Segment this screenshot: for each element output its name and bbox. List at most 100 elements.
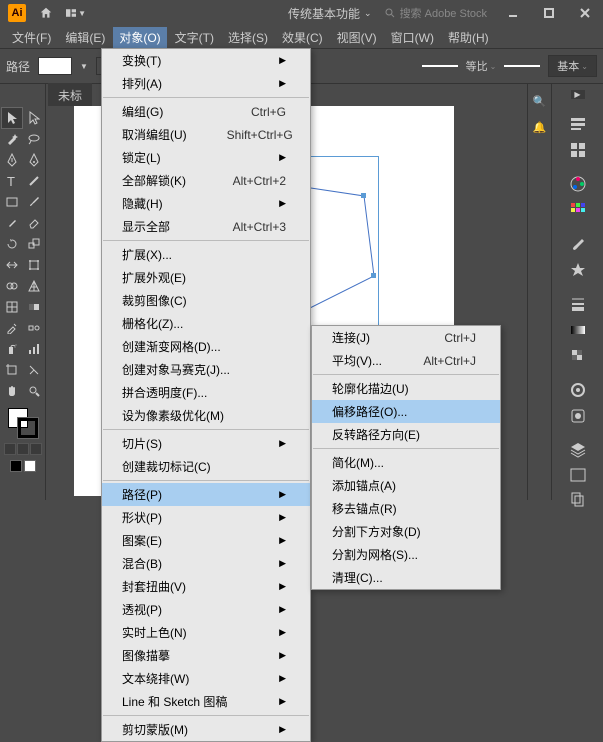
mesh-tool[interactable] <box>2 297 22 317</box>
line-tool[interactable] <box>24 171 44 191</box>
width-tool[interactable] <box>2 255 22 275</box>
asset-export-panel-icon[interactable] <box>566 467 590 483</box>
maximize-button[interactable] <box>539 3 559 23</box>
minimize-button[interactable] <box>503 3 523 23</box>
menu-item[interactable]: 实时上色(N)▶ <box>102 621 310 644</box>
shaper-tool[interactable] <box>2 213 22 233</box>
shape-builder-tool[interactable] <box>2 276 22 296</box>
menu-select[interactable]: 选择(S) <box>222 27 274 48</box>
close-button[interactable] <box>575 3 595 23</box>
anchor-point[interactable] <box>371 273 376 278</box>
gradient-panel-icon[interactable] <box>566 321 590 339</box>
menu-item[interactable]: 简化(M)... <box>312 451 500 474</box>
gradient-tool[interactable] <box>24 297 44 317</box>
menu-item[interactable]: 排列(A)▶ <box>102 72 310 95</box>
symbols-panel-icon[interactable] <box>566 261 590 279</box>
transparency-panel-icon[interactable] <box>566 347 590 365</box>
brush-preview[interactable] <box>422 65 458 67</box>
brushes-panel-icon[interactable] <box>566 235 590 253</box>
stroke-panel-icon[interactable] <box>566 295 590 313</box>
menu-item[interactable]: Line 和 Sketch 图稿▶ <box>102 690 310 713</box>
anchor-point[interactable] <box>361 193 366 198</box>
basic-dropdown[interactable]: 基本⌄ <box>548 55 597 77</box>
menu-item[interactable]: 创建对象马赛克(J)... <box>102 358 310 381</box>
rectangle-tool[interactable] <box>2 192 22 212</box>
menu-item[interactable]: 设为像素级优化(M) <box>102 404 310 427</box>
search-icon[interactable]: 🔍 <box>531 92 549 110</box>
fill-stroke-selector[interactable] <box>8 408 38 438</box>
stroke-line[interactable] <box>504 65 540 67</box>
eyedropper-tool[interactable] <box>2 318 22 338</box>
menu-item[interactable]: 图像描摹▶ <box>102 644 310 667</box>
properties-panel-icon[interactable] <box>566 115 590 133</box>
menu-item[interactable]: 透视(P)▶ <box>102 598 310 621</box>
appearance-panel-icon[interactable] <box>566 381 590 399</box>
slice-tool[interactable] <box>24 360 44 380</box>
menu-object[interactable]: 对象(O) <box>113 27 166 48</box>
menu-help[interactable]: 帮助(H) <box>442 27 495 48</box>
menu-edit[interactable]: 编辑(E) <box>59 27 111 48</box>
libraries-panel-icon[interactable] <box>566 141 590 159</box>
hand-tool[interactable] <box>2 381 22 401</box>
menu-item[interactable]: 路径(P)▶ <box>102 483 310 506</box>
menu-item[interactable]: 剪切蒙版(M)▶ <box>102 718 310 741</box>
fill-swatch[interactable] <box>38 57 72 75</box>
menu-effect[interactable]: 效果(C) <box>276 27 329 48</box>
layers-panel-icon[interactable] <box>566 441 590 459</box>
menu-item[interactable]: 移去锚点(R) <box>312 497 500 520</box>
pen-tool[interactable] <box>2 150 22 170</box>
menu-item[interactable]: 添加锚点(A) <box>312 474 500 497</box>
graph-tool[interactable] <box>24 339 44 359</box>
curvature-tool[interactable] <box>24 150 44 170</box>
home-icon[interactable] <box>38 5 54 21</box>
arrange-documents-icon[interactable]: ▼ <box>66 5 86 21</box>
menu-item[interactable]: 封套扭曲(V)▶ <box>102 575 310 598</box>
menu-item[interactable]: 变换(T)▶ <box>102 49 310 72</box>
magic-wand-tool[interactable] <box>2 129 22 149</box>
stroke-profile-dropdown[interactable]: 等比⌄ <box>466 58 497 74</box>
blend-tool[interactable] <box>24 318 44 338</box>
bell-icon[interactable]: 🔔 <box>531 118 549 136</box>
document-tab[interactable]: 未标 <box>48 83 92 108</box>
graphic-styles-panel-icon[interactable] <box>566 407 590 425</box>
menu-item[interactable]: 反转路径方向(E) <box>312 423 500 446</box>
menu-item[interactable]: 偏移路径(O)... <box>312 400 500 423</box>
menu-item[interactable]: 平均(V)...Alt+Ctrl+J <box>312 349 500 372</box>
collapse-dock-icon[interactable]: ▶ <box>571 90 585 99</box>
free-transform-tool[interactable] <box>24 255 44 275</box>
eraser-tool[interactable] <box>24 213 44 233</box>
direct-selection-tool[interactable] <box>24 108 44 128</box>
menu-item[interactable]: 切片(S)▶ <box>102 432 310 455</box>
scale-tool[interactable] <box>24 234 44 254</box>
menu-item[interactable]: 编组(G)Ctrl+G <box>102 100 310 123</box>
lasso-tool[interactable] <box>24 129 44 149</box>
menu-item[interactable]: 图案(E)▶ <box>102 529 310 552</box>
menu-item[interactable]: 创建裁切标记(C) <box>102 455 310 478</box>
menu-item[interactable]: 分割为网格(S)... <box>312 543 500 566</box>
workspace-switcher[interactable]: 传统基本功能⌄ <box>288 5 372 22</box>
menu-item[interactable]: 显示全部Alt+Ctrl+3 <box>102 215 310 238</box>
color-mode-buttons[interactable] <box>4 443 42 455</box>
menu-item[interactable]: 清理(C)... <box>312 566 500 589</box>
selection-tool[interactable] <box>2 108 22 128</box>
perspective-tool[interactable] <box>24 276 44 296</box>
menu-item[interactable]: 连接(J)Ctrl+J <box>312 326 500 349</box>
rotate-tool[interactable] <box>2 234 22 254</box>
menu-item[interactable]: 扩展外观(E) <box>102 266 310 289</box>
menu-item[interactable]: 栅格化(Z)... <box>102 312 310 335</box>
swatches-panel-icon[interactable] <box>566 201 590 219</box>
menu-view[interactable]: 视图(V) <box>331 27 383 48</box>
symbol-sprayer-tool[interactable] <box>2 339 22 359</box>
menu-item[interactable]: 形状(P)▶ <box>102 506 310 529</box>
menu-window[interactable]: 窗口(W) <box>385 27 440 48</box>
menu-item[interactable]: 全部解锁(K)Alt+Ctrl+2 <box>102 169 310 192</box>
menu-item[interactable]: 取消编组(U)Shift+Ctrl+G <box>102 123 310 146</box>
stock-search[interactable]: 搜索 Adobe Stock <box>384 5 487 21</box>
menu-item[interactable]: 扩展(X)... <box>102 243 310 266</box>
menu-item[interactable]: 分割下方对象(D) <box>312 520 500 543</box>
menu-type[interactable]: 文字(T) <box>169 27 220 48</box>
artboards-panel-icon[interactable] <box>566 491 590 507</box>
menu-item[interactable]: 隐藏(H)▶ <box>102 192 310 215</box>
menu-item[interactable]: 裁剪图像(C) <box>102 289 310 312</box>
menu-item[interactable]: 创建渐变网格(D)... <box>102 335 310 358</box>
